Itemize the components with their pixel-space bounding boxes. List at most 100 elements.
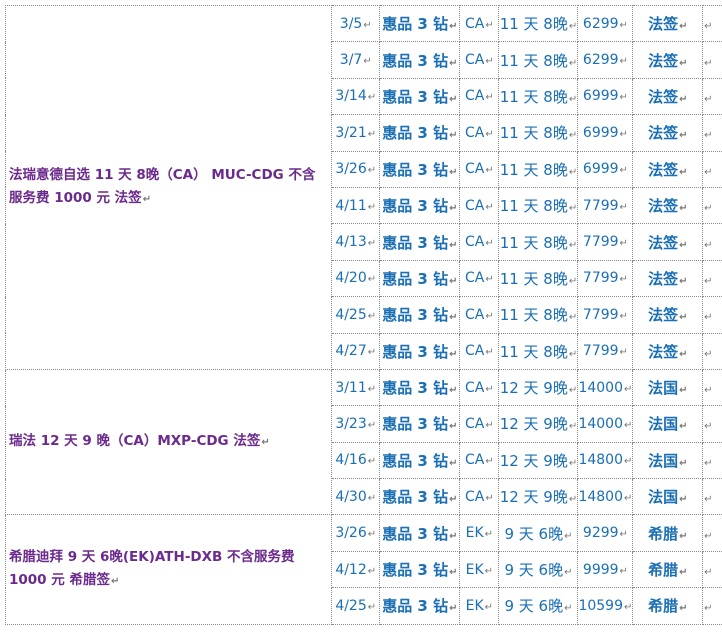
paragraph-mark-icon: ↵ <box>367 419 377 431</box>
price-cell: 7799↵ <box>577 296 634 334</box>
price-cell-text: 10599 <box>578 597 623 614</box>
paragraph-mark-icon: ↵ <box>704 239 713 251</box>
airline-cell: EK↵ <box>459 587 500 625</box>
paragraph-mark-icon: ↵ <box>110 576 120 588</box>
paragraph-mark-icon: ↵ <box>449 603 458 615</box>
airline-cell: CA↵ <box>459 186 500 225</box>
paragraph-mark-icon: ↵ <box>704 93 713 105</box>
package-cell-text: 惠品 3 钻 <box>382 488 449 507</box>
paragraph-mark-icon: ↵ <box>619 529 628 541</box>
date-cell-text: 3/11 <box>335 379 367 396</box>
visa-cell: 法签↵ <box>632 114 704 152</box>
airline-cell: CA↵ <box>459 478 500 516</box>
paragraph-mark-icon: ↵ <box>704 57 713 69</box>
nights-cell: 11 天 8晚↵ <box>498 77 579 116</box>
row-end-cell: ↵ <box>702 514 722 552</box>
paragraph-mark-icon: ↵ <box>704 421 713 433</box>
paragraph-mark-icon: ↵ <box>568 275 578 287</box>
row-end-cell: ↵ <box>702 587 722 625</box>
paragraph-mark-icon: ↵ <box>568 494 578 506</box>
nights-cell: 11 天 8晚↵ <box>498 4 579 43</box>
date-cell: 4/13↵ <box>330 223 381 261</box>
date-cell-text: 4/25 <box>335 306 367 323</box>
airline-cell-text: CA <box>464 306 485 323</box>
package-cell-text: 惠品 3 钻 <box>382 379 449 398</box>
date-cell-text: 3/26 <box>335 525 367 542</box>
paragraph-mark-icon: ↵ <box>619 310 628 322</box>
package-cell-text: 惠品 3 钻 <box>382 597 449 616</box>
price-cell-text: 7799 <box>582 343 619 360</box>
paragraph-mark-icon: ↵ <box>449 275 458 287</box>
paragraph-mark-icon: ↵ <box>619 274 628 286</box>
date-cell: 3/5↵ <box>330 4 381 43</box>
package-cell: 惠品 3 钻↵ <box>379 223 461 261</box>
paragraph-mark-icon: ↵ <box>485 238 494 250</box>
date-cell-text: 4/12 <box>335 561 367 578</box>
airline-cell-text: CA <box>464 379 485 396</box>
nights-cell: 11 天 8晚↵ <box>498 150 579 188</box>
paragraph-mark-icon: ↵ <box>619 347 628 359</box>
paragraph-mark-icon: ↵ <box>568 348 578 360</box>
airline-cell: CA↵ <box>459 296 500 334</box>
nights-cell-text: 12 天 9晚 <box>499 488 568 507</box>
visa-cell-text: 法签 <box>648 15 679 34</box>
row-end-cell: ↵ <box>702 114 722 152</box>
paragraph-mark-icon: ↵ <box>619 92 628 104</box>
package-cell: 惠品 3 钻↵ <box>379 478 461 516</box>
date-cell: 4/25↵ <box>330 587 381 625</box>
price-cell: 7799↵ <box>577 259 634 298</box>
paragraph-mark-icon: ↵ <box>568 239 578 251</box>
package-cell: 惠品 3 钻↵ <box>379 368 461 407</box>
price-cell: 14000↵ <box>577 405 634 443</box>
row-end-cell: ↵ <box>702 77 722 116</box>
paragraph-mark-icon: ↵ <box>619 565 628 577</box>
paragraph-mark-icon: ↵ <box>367 383 377 395</box>
date-cell-text: 4/11 <box>335 197 367 214</box>
row-end-cell: ↵ <box>702 405 722 443</box>
package-cell: 惠品 3 钻↵ <box>379 259 461 298</box>
package-cell-text: 惠品 3 钻 <box>382 15 449 34</box>
airline-cell: CA↵ <box>459 405 500 443</box>
table-row: 希腊迪拜 9 天 6晚(EK)ATH-DXB 不含服务费 1000 元 希腊签↵… <box>5 514 722 625</box>
date-cell: 3/21↵ <box>330 114 381 152</box>
paragraph-mark-icon: ↵ <box>704 494 713 506</box>
package-cell: 惠品 3 钻↵ <box>379 186 461 225</box>
package-cell-text: 惠品 3 钻 <box>382 51 449 70</box>
visa-cell: 法签↵ <box>632 296 704 334</box>
paragraph-mark-icon: ↵ <box>679 421 688 433</box>
visa-cell-text: 法国 <box>648 488 679 507</box>
nights-cell-text: 11 天 8晚 <box>499 124 568 143</box>
paragraph-mark-icon: ↵ <box>679 457 688 469</box>
nights-cell: 12 天 9晚↵ <box>498 478 579 516</box>
airline-cell: EK↵ <box>459 550 500 589</box>
paragraph-mark-icon: ↵ <box>449 239 458 251</box>
nights-cell-text: 11 天 8晚 <box>499 269 568 288</box>
paragraph-mark-icon: ↵ <box>367 274 377 286</box>
price-cell: 6299↵ <box>577 4 634 43</box>
date-cell: 4/20↵ <box>330 259 381 298</box>
package-cell: 惠品 3 钻↵ <box>379 550 461 589</box>
paragraph-mark-icon: ↵ <box>367 310 377 322</box>
paragraph-mark-icon: ↵ <box>568 421 578 433</box>
package-cell: 惠品 3 钻↵ <box>379 405 461 443</box>
airline-cell: EK↵ <box>459 514 500 552</box>
group-title-cell-text: 法瑞意德自选 11 天 8晚（CA） MUC-CDG 不含服务费 1000 元 … <box>9 166 316 206</box>
visa-cell-text: 法签 <box>648 233 679 252</box>
paragraph-mark-icon: ↵ <box>704 21 713 33</box>
airline-cell-text: CA <box>464 270 485 287</box>
paragraph-mark-icon: ↵ <box>449 312 458 324</box>
paragraph-mark-icon: ↵ <box>619 201 628 213</box>
date-cell: 4/11↵ <box>330 186 381 225</box>
price-cell: 10599↵ <box>577 587 634 625</box>
paragraph-mark-icon: ↵ <box>619 56 628 68</box>
nights-cell: 11 天 8晚↵ <box>498 114 579 152</box>
paragraph-mark-icon: ↵ <box>449 567 458 579</box>
price-cell: 6999↵ <box>577 114 634 152</box>
paragraph-mark-icon: ↵ <box>619 238 628 250</box>
visa-cell-text: 法签 <box>648 87 679 106</box>
airline-cell-text: CA <box>464 161 485 178</box>
paragraph-mark-icon: ↵ <box>679 494 688 506</box>
nights-cell: 11 天 8晚↵ <box>498 296 579 334</box>
visa-cell-text: 希腊 <box>648 524 679 543</box>
paragraph-mark-icon: ↵ <box>484 601 494 613</box>
